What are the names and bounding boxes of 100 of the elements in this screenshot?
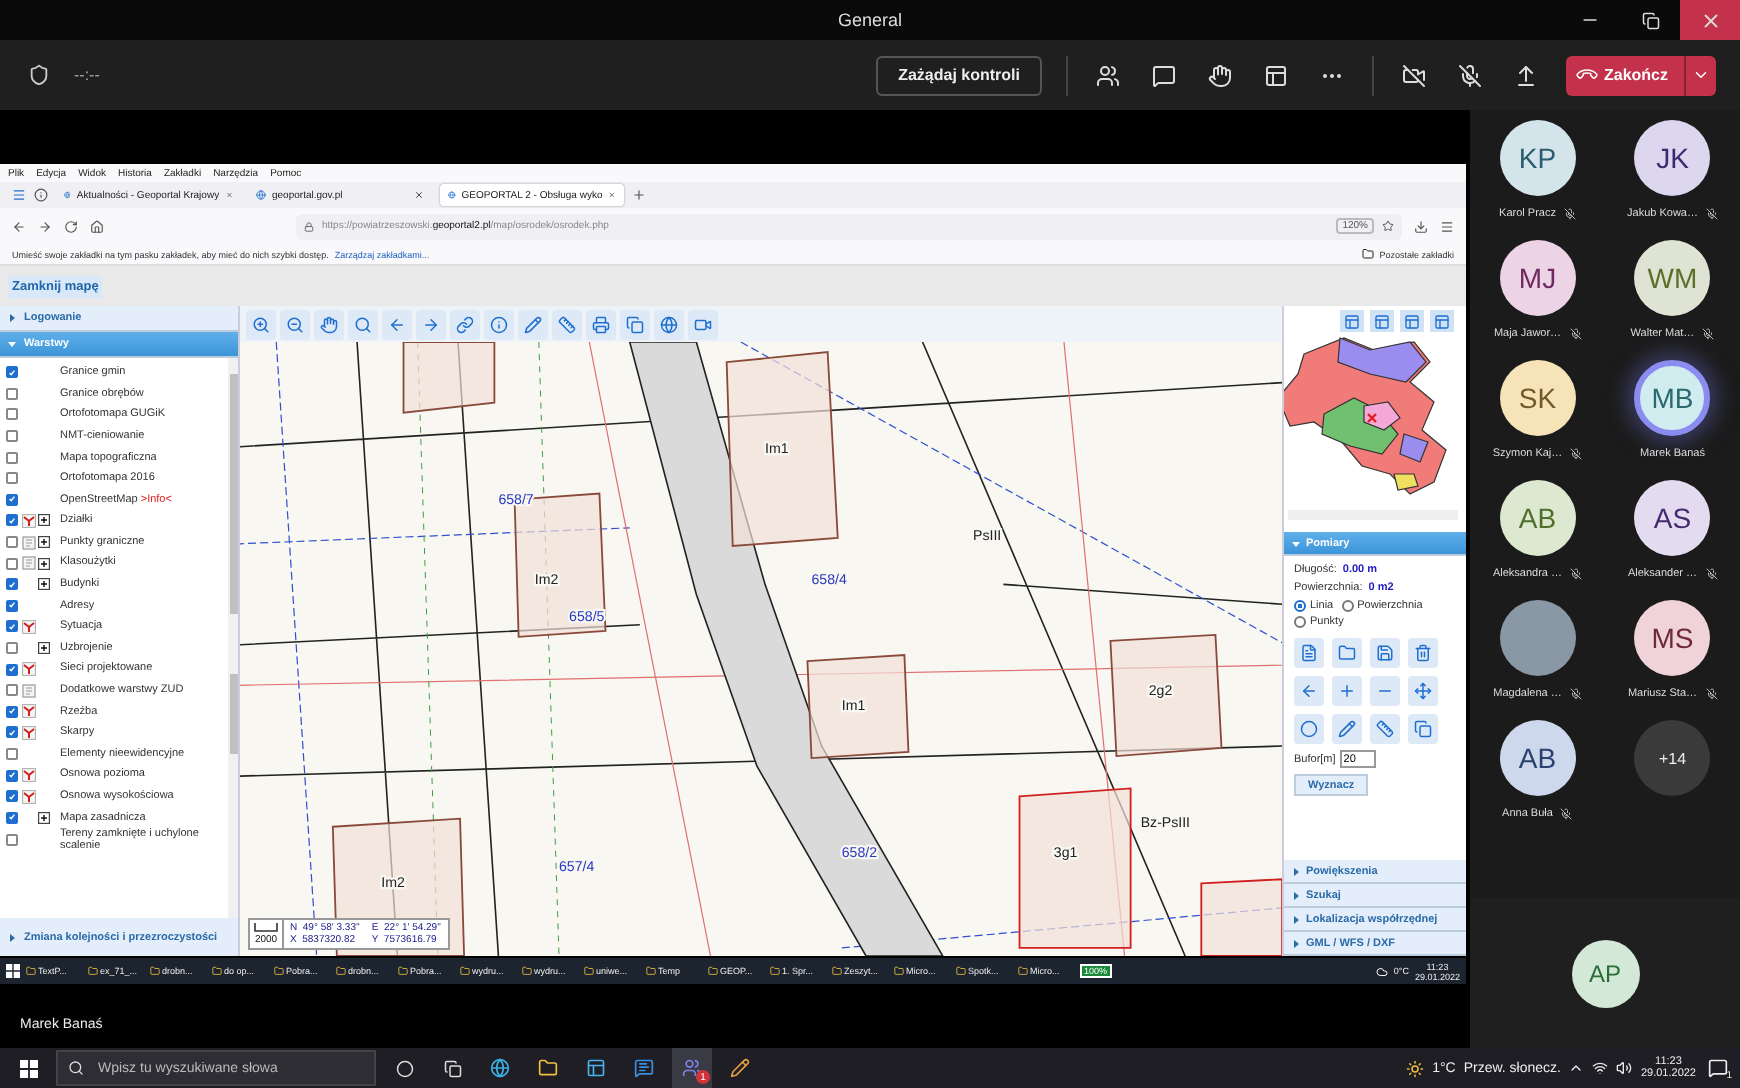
folder-icon[interactable] — [770, 966, 780, 976]
windows-logo-icon[interactable] — [6, 964, 20, 978]
expand-plus-icon[interactable] — [38, 578, 50, 591]
folder-icon[interactable] — [832, 966, 842, 976]
panel-layout-button[interactable] — [1340, 310, 1364, 332]
menu-icon[interactable] — [12, 188, 26, 202]
reload-icon[interactable] — [64, 219, 78, 233]
map-tool-button[interactable] — [416, 309, 446, 339]
folder-icon[interactable] — [274, 966, 284, 976]
expand-plus-icon[interactable] — [38, 557, 50, 570]
panel-layout-button[interactable] — [1370, 310, 1394, 332]
new-tab-icon[interactable] — [632, 188, 646, 202]
volume-icon[interactable] — [1616, 1060, 1633, 1076]
layer-checkbox[interactable] — [6, 834, 18, 847]
map-tool-button[interactable] — [314, 309, 344, 339]
panel-layout-button[interactable] — [1430, 310, 1454, 332]
map-tool-button[interactable] — [280, 309, 310, 339]
layer-checkbox[interactable] — [6, 472, 18, 485]
chevron-up-icon[interactable] — [1568, 1060, 1585, 1076]
expand-plus-icon[interactable] — [38, 536, 50, 549]
edit-style-icon[interactable] — [21, 704, 35, 719]
radio-button[interactable] — [1294, 600, 1306, 612]
raise-hand-button[interactable] — [1203, 59, 1236, 91]
layer-checkbox[interactable] — [6, 430, 18, 443]
layer-checkbox[interactable] — [6, 620, 18, 633]
measure-tool-button[interactable] — [1294, 714, 1324, 744]
map-tool-button[interactable] — [654, 309, 684, 339]
back-icon[interactable] — [12, 219, 26, 233]
measure-tool-button[interactable] — [1408, 638, 1438, 668]
layer-checkbox[interactable] — [6, 557, 18, 570]
layer-checkbox[interactable] — [6, 408, 18, 421]
map-tool-button[interactable] — [586, 309, 616, 339]
edit-style-icon[interactable] — [21, 513, 35, 528]
map-tool-button[interactable] — [620, 309, 650, 339]
map-tool-button[interactable] — [688, 309, 718, 339]
panel-layout-button[interactable] — [1400, 310, 1424, 332]
folder-icon[interactable] — [646, 966, 656, 976]
radio-button[interactable] — [1294, 616, 1306, 628]
folder-icon[interactable] — [336, 966, 346, 976]
layer-checkbox[interactable] — [6, 790, 18, 803]
folder-icon[interactable] — [460, 966, 470, 976]
measure-tool-button[interactable] — [1332, 638, 1362, 668]
measure-tool-button[interactable] — [1370, 638, 1400, 668]
layer-checkbox[interactable] — [6, 705, 18, 718]
camera-button[interactable] — [1397, 59, 1430, 91]
layer-checkbox[interactable] — [6, 726, 18, 739]
map-tool-button[interactable] — [552, 309, 582, 339]
layer-checkbox[interactable] — [6, 747, 18, 760]
folder-icon[interactable] — [708, 966, 718, 976]
folder-icon[interactable] — [88, 966, 98, 976]
expand-plus-icon[interactable] — [38, 514, 50, 527]
star-icon[interactable] — [1382, 220, 1394, 232]
folder-icon[interactable] — [894, 966, 904, 976]
measure-tool-button[interactable] — [1332, 714, 1362, 744]
edit-style-icon[interactable] — [21, 768, 35, 783]
layer-checkbox[interactable] — [6, 514, 18, 527]
info-icon[interactable] — [34, 188, 48, 202]
layer-checkbox[interactable] — [6, 493, 18, 506]
expand-plus-icon[interactable] — [38, 811, 50, 824]
forward-icon[interactable] — [38, 219, 52, 233]
folder-icon[interactable] — [26, 966, 36, 976]
layer-checkbox[interactable] — [6, 599, 18, 612]
layer-checkbox[interactable] — [6, 366, 18, 379]
home-icon[interactable] — [90, 219, 104, 233]
layer-checkbox[interactable] — [6, 684, 18, 697]
folder-icon[interactable] — [150, 966, 160, 976]
more-participants-button[interactable]: +14 — [1634, 720, 1711, 796]
network-icon[interactable] — [1592, 1060, 1609, 1076]
folder-icon[interactable] — [584, 966, 594, 976]
radio-button[interactable] — [1341, 600, 1354, 612]
edit-style-icon[interactable] — [21, 619, 35, 634]
map-tool-button[interactable] — [382, 309, 412, 339]
folder-icon[interactable] — [1018, 966, 1028, 976]
measure-tool-button[interactable] — [1294, 638, 1324, 668]
menu-icon[interactable] — [1440, 219, 1454, 233]
measure-tool-button[interactable] — [1370, 714, 1400, 744]
mic-button[interactable] — [1453, 59, 1486, 91]
windows-logo-icon[interactable] — [19, 1059, 37, 1077]
layer-checkbox[interactable] — [6, 451, 18, 464]
measure-tool-button[interactable] — [1332, 676, 1362, 706]
layer-checkbox[interactable] — [6, 642, 18, 655]
layer-checkbox[interactable] — [6, 663, 18, 676]
folder-icon[interactable] — [522, 966, 532, 976]
layer-checkbox[interactable] — [6, 811, 18, 824]
map-tool-button[interactable] — [518, 309, 548, 339]
layer-checkbox[interactable] — [6, 536, 18, 549]
download-icon[interactable] — [1414, 219, 1428, 233]
end-call-menu-button[interactable] — [1684, 55, 1716, 95]
end-call-button[interactable]: Zakończ — [1565, 55, 1684, 95]
scrollbar[interactable] — [228, 358, 238, 918]
edit-style-icon[interactable] — [21, 789, 35, 804]
map-tool-button[interactable] — [484, 309, 514, 339]
layer-checkbox[interactable] — [6, 387, 18, 400]
map-tool-button[interactable] — [348, 309, 378, 339]
shield-icon[interactable] — [28, 64, 50, 86]
folder-icon[interactable] — [398, 966, 408, 976]
map-tool-button[interactable] — [246, 309, 276, 339]
layer-checkbox[interactable] — [6, 578, 18, 591]
layer-checkbox[interactable] — [6, 769, 18, 782]
measure-tool-button[interactable] — [1370, 676, 1400, 706]
